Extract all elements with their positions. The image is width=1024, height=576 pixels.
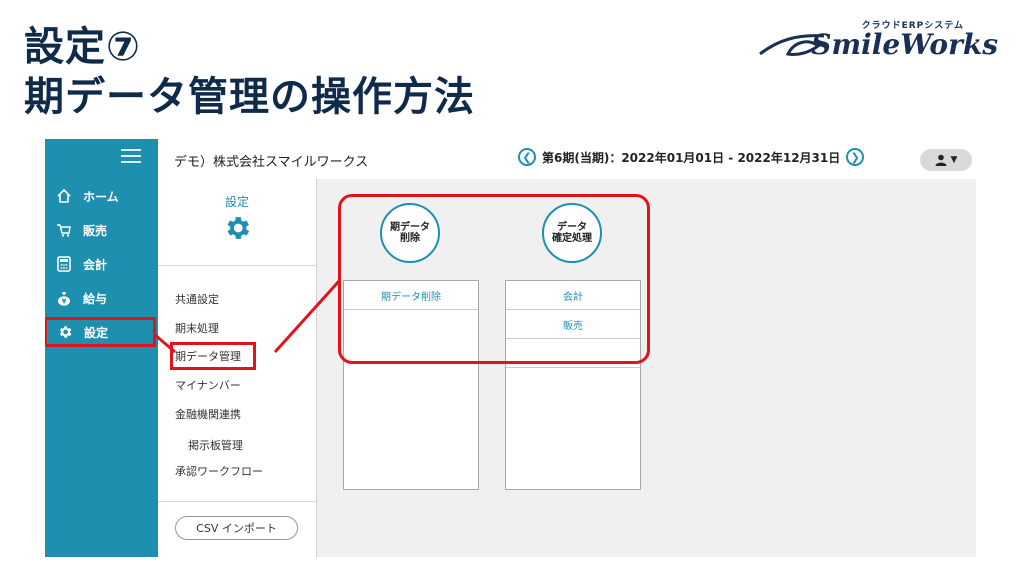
svg-text:¥: ¥ <box>62 298 67 306</box>
period-selector: ❮ 第6期(当期)：2022年01月01日 - 2022年12月31日 ❯ <box>518 148 865 166</box>
sidebar-item-label: 会計 <box>83 257 108 272</box>
period-label: 第6期(当期)：2022年01月01日 - 2022年12月31日 <box>542 150 841 165</box>
highlight-panels <box>338 194 650 364</box>
subnav-item-bulletin[interactable]: 掲示板管理 <box>188 437 243 453</box>
csv-import-button[interactable]: CSV インポート <box>175 516 298 540</box>
slide-title-line2: 期データ管理の操作方法 <box>24 74 475 120</box>
sidebar-item-payroll[interactable]: ¥ 給与 <box>45 285 158 311</box>
sidebar-item-label: ホーム <box>83 189 119 204</box>
gear-icon <box>56 323 74 341</box>
user-menu-button[interactable]: ▼ <box>920 149 972 171</box>
sidebar: ホーム 販売 会計 ¥ 給与 設定 <box>45 139 158 557</box>
user-icon <box>935 154 947 166</box>
subnav-item-common-settings[interactable]: 共通設定 <box>175 291 219 307</box>
subnav-header: 設定 <box>158 179 316 266</box>
subnav-item-year-end[interactable]: 期末処理 <box>175 320 219 336</box>
smileworks-logo: クラウドERPシステム SmileWorks <box>748 18 998 66</box>
logo-wordmark: SmileWorks <box>811 28 998 61</box>
sidebar-item-label: 給与 <box>83 291 108 306</box>
settings-gear-icon <box>227 217 250 239</box>
sidebar-item-label: 設定 <box>84 325 109 340</box>
money-bag-icon: ¥ <box>55 289 73 307</box>
sidebar-item-home[interactable]: ホーム <box>45 183 158 209</box>
calculator-icon <box>55 255 73 273</box>
sidebar-item-accounting[interactable]: 会計 <box>45 251 158 277</box>
slide-title: 設定⑦ 期データ管理の操作方法 <box>24 22 475 122</box>
settings-subnav: 設定 共通設定 期末処理 期データ管理 マイナンバー 金融機関連携 掲示板管理 … <box>158 179 317 557</box>
slide-title-line1: 設定⑦ <box>24 24 141 70</box>
subnav-item-my-number[interactable]: マイナンバー <box>175 377 241 393</box>
sidebar-item-settings[interactable]: 設定 <box>45 317 156 347</box>
topbar: デモ）株式会社スマイルワークス ❮ 第6期(当期)：2022年01月01日 - … <box>158 139 976 179</box>
prev-period-button[interactable]: ❮ <box>518 148 536 166</box>
sidebar-item-label: 販売 <box>83 223 108 238</box>
next-period-button[interactable]: ❯ <box>846 148 865 166</box>
subnav-divider <box>158 501 316 502</box>
sidebar-item-sales[interactable]: 販売 <box>45 217 158 243</box>
cart-icon <box>55 221 73 239</box>
hamburger-menu-icon[interactable] <box>121 149 141 167</box>
subnav-item-approval-workflow[interactable]: 承認ワークフロー <box>175 463 263 479</box>
subnav-title: 設定 <box>224 195 249 209</box>
company-name: デモ）株式会社スマイルワークス <box>174 155 369 170</box>
chevron-down-icon: ▼ <box>950 155 958 165</box>
home-icon <box>55 187 73 205</box>
subnav-item-bank-link[interactable]: 金融機関連携 <box>175 406 241 422</box>
subnav-item-period-data[interactable]: 期データ管理 <box>170 342 256 370</box>
